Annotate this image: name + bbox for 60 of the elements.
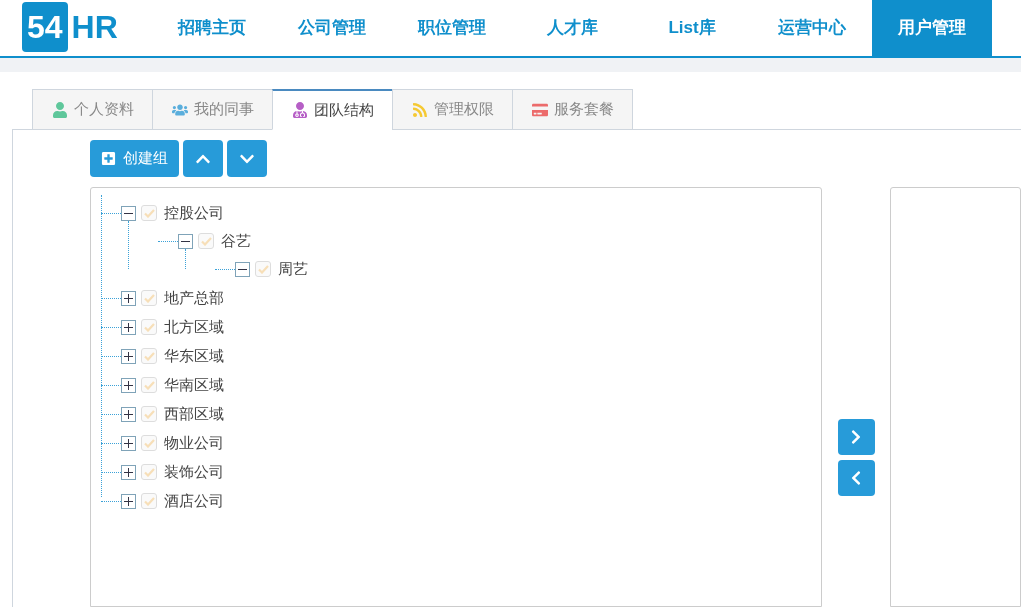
expand-toggle[interactable] — [121, 377, 136, 393]
tree-node-label[interactable]: 地产总部 — [164, 286, 224, 310]
plus-icon — [124, 351, 133, 361]
checkbox[interactable] — [198, 233, 214, 249]
expand-toggle[interactable] — [121, 435, 136, 451]
card-icon — [531, 101, 548, 118]
tab[interactable]: 团队结构 — [272, 89, 393, 130]
person-icon — [51, 101, 68, 118]
tree-node-label[interactable]: 北方区域 — [164, 315, 224, 339]
plus-icon — [101, 151, 116, 166]
collapse-toggle[interactable] — [121, 205, 136, 221]
nav-tab[interactable]: 招聘主页 — [152, 0, 272, 56]
expand-toggle[interactable] — [121, 348, 136, 364]
plus-icon — [124, 293, 133, 303]
checkbox[interactable] — [141, 435, 157, 451]
plus-icon — [124, 496, 133, 506]
expand-toggle[interactable] — [121, 493, 136, 509]
nav-tab[interactable]: 用户管理 — [872, 0, 992, 56]
nav-tab[interactable]: 公司管理 — [272, 0, 392, 56]
plus-icon — [124, 438, 133, 448]
plus-icon — [124, 467, 133, 477]
expand-toggle[interactable] — [121, 290, 136, 306]
move-left-button[interactable] — [837, 459, 875, 496]
tree-node-label[interactable]: 谷艺 — [221, 229, 251, 253]
expand-toggle[interactable] — [121, 464, 136, 480]
nav-tab[interactable]: 职位管理 — [392, 0, 512, 56]
tree-node-label[interactable]: 周艺 — [278, 257, 308, 281]
checkbox[interactable] — [141, 290, 157, 306]
move-up-button[interactable] — [183, 140, 223, 177]
tree-node-label[interactable]: 西部区域 — [164, 402, 224, 426]
expand-toggle[interactable] — [121, 406, 136, 422]
nav-tab[interactable]: List库 — [632, 0, 752, 56]
checkbox[interactable] — [141, 464, 157, 480]
logo-number: 54 — [22, 2, 68, 52]
rss-icon — [411, 101, 428, 118]
checkbox[interactable] — [141, 319, 157, 335]
tree-node-label[interactable]: 控股公司 — [164, 201, 224, 225]
tree-node-label[interactable]: 物业公司 — [164, 431, 224, 455]
plus-icon — [124, 380, 133, 390]
tree-node-label[interactable]: 华南区域 — [164, 373, 224, 397]
tree-node-label[interactable]: 华东区域 — [164, 344, 224, 368]
checkbox[interactable] — [141, 205, 157, 221]
tree-node-label[interactable]: 酒店公司 — [164, 489, 224, 513]
checkbox[interactable] — [141, 377, 157, 393]
nav-tab[interactable]: 运营中心 — [752, 0, 872, 56]
collapse-toggle[interactable] — [178, 233, 193, 249]
checkbox[interactable] — [141, 348, 157, 364]
nav-tab[interactable]: 人才库 — [512, 0, 632, 56]
logo-text: HR — [71, 8, 118, 47]
tree-node-label[interactable]: 装饰公司 — [164, 460, 224, 484]
team-icon — [291, 102, 308, 118]
plus-icon — [124, 322, 133, 332]
collapse-toggle[interactable] — [235, 261, 250, 277]
move-right-button[interactable] — [837, 418, 875, 455]
checkbox[interactable] — [141, 493, 157, 509]
checkbox[interactable] — [255, 261, 271, 277]
move-down-button[interactable] — [227, 140, 267, 177]
checkbox[interactable] — [141, 406, 157, 422]
plus-icon — [124, 409, 133, 419]
expand-toggle[interactable] — [121, 319, 136, 335]
